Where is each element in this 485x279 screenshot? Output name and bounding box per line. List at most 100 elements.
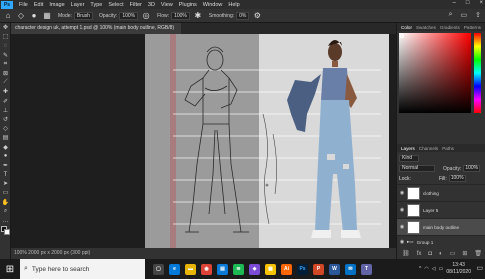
menu-select[interactable]: Select bbox=[108, 2, 123, 8]
battery-icon[interactable]: ▭ bbox=[439, 266, 444, 272]
tab-channels[interactable]: Channels bbox=[419, 146, 438, 151]
marquee-tool-icon[interactable]: ⬚ bbox=[0, 32, 11, 41]
workspace-icon[interactable]: ▭ bbox=[461, 11, 468, 19]
new-layer-icon[interactable]: ⊞ bbox=[462, 250, 467, 257]
more-tools-icon[interactable]: … bbox=[0, 216, 11, 225]
document-tab[interactable]: character design uk, attempt 1.psd @ 100… bbox=[11, 23, 181, 34]
spotify-icon[interactable]: ≋ bbox=[233, 263, 244, 275]
canvas-area[interactable] bbox=[11, 34, 396, 248]
menu-help[interactable]: Help bbox=[228, 2, 239, 8]
tab-gradients[interactable]: Gradients bbox=[440, 25, 460, 30]
eye-icon[interactable]: ◉ bbox=[397, 224, 407, 230]
history-brush-tool-icon[interactable]: ↺ bbox=[0, 115, 11, 124]
maximize-button[interactable]: □ bbox=[466, 0, 470, 6]
fill-field[interactable]: 100% bbox=[448, 175, 466, 182]
brush-tool-icon[interactable]: ✐ bbox=[0, 97, 11, 106]
gradient-tool-icon[interactable]: ▤ bbox=[0, 133, 11, 142]
show-hidden-icons-icon[interactable]: ^ bbox=[419, 266, 421, 272]
eraser-tool-icon[interactable]: ◇ bbox=[16, 11, 26, 21]
search-icon[interactable]: ⌕ bbox=[449, 11, 453, 19]
share-icon[interactable]: ⇪ bbox=[475, 11, 481, 19]
quick-select-tool-icon[interactable]: ✎ bbox=[0, 51, 11, 60]
color-field[interactable] bbox=[399, 33, 471, 113]
blend-mode-select[interactable]: Normal bbox=[399, 165, 435, 172]
file-explorer-icon[interactable]: ▬ bbox=[185, 263, 196, 275]
dodge-tool-icon[interactable]: ● bbox=[0, 152, 11, 161]
opacity-field[interactable]: 100% bbox=[119, 11, 139, 20]
teams-icon[interactable]: T bbox=[361, 263, 372, 275]
clone-stamp-tool-icon[interactable]: ⊥ bbox=[0, 106, 11, 115]
smoothing-options-icon[interactable]: ⚙ bbox=[252, 11, 262, 21]
background-color-swatch[interactable] bbox=[4, 229, 10, 235]
link-layers-icon[interactable]: ⛓ bbox=[402, 250, 410, 257]
chrome-icon[interactable]: ◉ bbox=[201, 263, 212, 275]
hue-slider[interactable] bbox=[474, 33, 481, 113]
game-app-icon[interactable]: ▦ bbox=[265, 263, 276, 275]
tab-patterns[interactable]: Patterns bbox=[464, 25, 481, 30]
menu-plugins[interactable]: Plugins bbox=[179, 2, 197, 8]
document-canvas[interactable] bbox=[145, 34, 389, 248]
menu-layer[interactable]: Layer bbox=[71, 2, 85, 8]
fx-icon[interactable]: fx bbox=[417, 251, 422, 257]
tab-layers[interactable]: Layers bbox=[401, 146, 415, 151]
frame-tool-icon[interactable]: ⊠ bbox=[0, 69, 11, 78]
menu-type[interactable]: Type bbox=[90, 2, 102, 8]
eyedropper-tool-icon[interactable]: ⟋ bbox=[0, 78, 11, 87]
eraser-tool-icon[interactable]: ◇ bbox=[0, 124, 11, 133]
healing-brush-tool-icon[interactable]: ✚ bbox=[0, 87, 11, 96]
layer-group-row[interactable]: ◉ ▸▭ Group 1 bbox=[397, 235, 485, 248]
notifications-icon[interactable]: ▭ bbox=[476, 264, 483, 272]
tab-swatches[interactable]: Swatches bbox=[416, 25, 436, 30]
photoshop-taskbar-icon[interactable]: Ps bbox=[297, 263, 308, 275]
minimize-button[interactable]: – bbox=[453, 0, 456, 6]
zoom-tool-icon[interactable]: ⌕ bbox=[0, 207, 11, 216]
move-tool-icon[interactable]: ✥ bbox=[0, 23, 11, 32]
app-icon[interactable]: ◆ bbox=[249, 263, 260, 275]
menu-window[interactable]: Window bbox=[203, 2, 223, 8]
menu-view[interactable]: View bbox=[161, 2, 173, 8]
type-tool-icon[interactable]: T bbox=[0, 170, 11, 179]
store-icon[interactable]: ▤ bbox=[217, 263, 228, 275]
eye-icon[interactable]: ◉ bbox=[397, 207, 407, 213]
delete-layer-icon[interactable]: 🗑 bbox=[474, 250, 482, 257]
taskbar-search-box[interactable]: ⌕ Type here to search bbox=[20, 259, 145, 279]
word-icon[interactable]: W bbox=[329, 263, 340, 275]
new-group-icon[interactable]: ▭ bbox=[450, 250, 456, 257]
menu-filter[interactable]: Filter bbox=[130, 2, 142, 8]
flow-field[interactable]: 100% bbox=[171, 11, 190, 20]
brush-settings-icon[interactable]: ▦ bbox=[42, 11, 52, 21]
close-button[interactable]: × bbox=[479, 0, 483, 6]
kind-filter-select[interactable]: Kind bbox=[399, 155, 419, 162]
layer-opacity-field[interactable]: 100% bbox=[463, 165, 481, 172]
hand-tool-icon[interactable]: ✋ bbox=[0, 198, 11, 207]
adjustment-icon[interactable]: ◐ bbox=[439, 251, 443, 257]
task-view-icon[interactable]: ▢ bbox=[153, 263, 164, 275]
layer-row-selected[interactable]: ◉ main body outline bbox=[397, 218, 485, 235]
tab-paths[interactable]: Paths bbox=[442, 146, 454, 151]
edge-icon[interactable]: e bbox=[169, 263, 180, 275]
eye-icon[interactable]: ◉ bbox=[397, 239, 407, 245]
path-select-tool-icon[interactable]: ➤ bbox=[0, 179, 11, 188]
menu-image[interactable]: Image bbox=[49, 2, 64, 8]
menu-edit[interactable]: Edit bbox=[34, 2, 43, 8]
pressure-opacity-icon[interactable]: ◎ bbox=[141, 11, 151, 21]
powerpoint-icon[interactable]: P bbox=[313, 263, 324, 275]
taskbar-clock[interactable]: 13:43 08/11/2020 bbox=[446, 262, 471, 276]
mask-icon[interactable]: ◘ bbox=[428, 251, 432, 257]
tab-color[interactable]: Color bbox=[401, 25, 412, 30]
volume-icon[interactable]: ◁ bbox=[432, 266, 436, 272]
pen-tool-icon[interactable]: ✒ bbox=[0, 161, 11, 170]
mode-select[interactable]: Brush bbox=[73, 11, 93, 20]
color-picker-ring[interactable] bbox=[400, 34, 404, 38]
lasso-tool-icon[interactable]: ◌ bbox=[0, 41, 11, 50]
rectangle-tool-icon[interactable]: ▭ bbox=[0, 188, 11, 197]
eye-icon[interactable]: ◉ bbox=[397, 190, 407, 196]
crop-tool-icon[interactable]: ⌗ bbox=[0, 60, 11, 69]
menu-file[interactable]: File bbox=[19, 2, 28, 8]
brush-preset-icon[interactable]: ● bbox=[29, 11, 39, 21]
home-icon[interactable]: ⌂ bbox=[3, 11, 13, 21]
mail-icon[interactable]: ✉ bbox=[345, 263, 356, 275]
layer-row[interactable]: ◉ clothing bbox=[397, 184, 485, 201]
illustrator-icon[interactable]: Ai bbox=[281, 263, 292, 275]
layer-row[interactable]: ◉ Layer 5 bbox=[397, 201, 485, 218]
